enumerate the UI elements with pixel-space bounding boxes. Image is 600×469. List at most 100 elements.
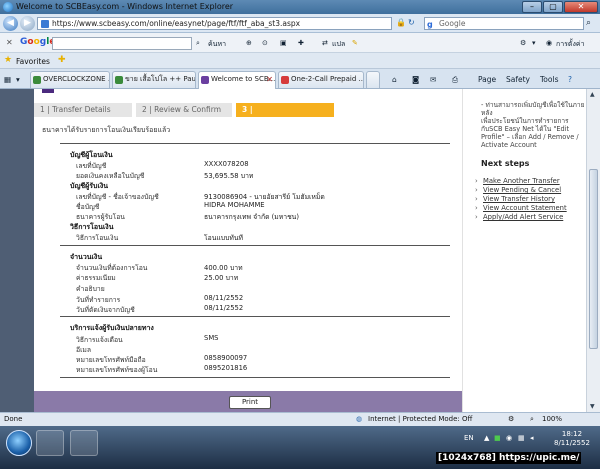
tray-icon[interactable]: ◉ (506, 434, 512, 442)
tab-overclockzone[interactable]: OVERCLOCKZONE ... (30, 71, 110, 88)
scroll-down-icon[interactable]: ▼ (590, 403, 595, 410)
next-steps-heading: Next steps (481, 159, 530, 168)
minimize-button[interactable]: – (522, 1, 542, 13)
to-bank-value: ธนาคารกรุงเทพ จำกัด (มหาชน) (204, 213, 299, 221)
translate-button[interactable]: แปล (332, 39, 345, 50)
balance-label: ยอดเงินคงเหลือในบัญชี (76, 172, 145, 180)
maximize-button[interactable]: ▢ (543, 1, 563, 13)
quick-tabs-icon[interactable]: ▦ (4, 75, 11, 84)
transfer-acknowledgement-panel: 1 | Transfer Details 2 | Review & Confir… (34, 89, 462, 412)
wrench-icon[interactable]: ⚙ (520, 39, 526, 47)
info-line: Activate Account (481, 141, 537, 149)
page-menu[interactable]: Page (478, 75, 496, 84)
close-window-button[interactable]: ✕ (564, 1, 598, 13)
view-account-statement-link[interactable]: View Account Statement (475, 204, 567, 212)
home-icon[interactable]: ⌂ (392, 75, 397, 84)
success-message: ธนาคารได้รับรายการโอนเงินเรียบร้อยแล้ว (42, 126, 171, 134)
description-label: คำอธิบาย (76, 285, 105, 293)
balance-value: 53,695.58 บาท (204, 172, 254, 180)
divider (60, 316, 450, 317)
toolbar-button-icon[interactable]: ✚ (298, 39, 304, 47)
tab-polo-shop[interactable]: ขาย เสื้อโปโล ++ Paul... (112, 71, 196, 88)
tab-label: ขาย เสื้อโปโล ++ Paul... (125, 75, 196, 83)
top-accent (34, 89, 462, 93)
signin-icon[interactable]: ◉ (546, 39, 552, 47)
search-go-icon[interactable]: ⌕ (586, 18, 591, 28)
new-tab-button[interactable] (366, 71, 380, 88)
google-search-input[interactable] (52, 37, 192, 50)
info-line: กับSCB Easy Net ได้ใน "Edit (481, 125, 570, 133)
tab-label: OVERCLOCKZONE ... (43, 75, 110, 83)
site-icon (115, 76, 123, 84)
zoom-icon[interactable]: ⌕ (530, 415, 534, 424)
print-icon[interactable]: ⎙ (452, 75, 458, 85)
info-line: เพื่อประโยชน์ในการทำรายการ (481, 117, 569, 125)
app-taskbar-icon[interactable] (70, 430, 98, 456)
refresh-icon[interactable]: ↻ (408, 18, 415, 27)
apply-alert-service-link[interactable]: Apply/Add Alert Service (475, 213, 563, 221)
ie-taskbar-icon[interactable] (36, 430, 64, 456)
notify-heading: บริการแจ้งผู้รับเงินปลายทาง (70, 324, 154, 332)
feeds-icon[interactable]: ◙ (412, 75, 419, 84)
page-icon (41, 20, 49, 28)
tools-menu[interactable]: Tools (540, 75, 558, 84)
forward-button[interactable]: ▶ (20, 16, 35, 31)
fee-label: ค่าธรรมเนียม (76, 274, 116, 282)
debit-date-label: วันที่ตัดเงินจากบัญชี (76, 306, 135, 314)
help-icon[interactable]: ? (568, 75, 572, 84)
clock[interactable]: 18:12 8/11/2552 (554, 430, 590, 448)
tab-scbeasy[interactable]: Welcome to SCB... ✕ (198, 71, 276, 89)
protected-mode-icon: ⚙ (508, 415, 515, 423)
zoom-level[interactable]: 100% (542, 415, 562, 423)
page-left-margin (0, 89, 34, 412)
print-bar: Print (34, 391, 462, 412)
highlight-icon[interactable]: ✎ (352, 39, 358, 47)
txn-date-value: 08/11/2552 (204, 294, 244, 302)
tab-one2call[interactable]: One-2-Call Prepaid ... (278, 71, 364, 88)
view-transfer-history-link[interactable]: View Transfer History (475, 195, 555, 203)
safety-menu[interactable]: Safety (506, 75, 530, 84)
site-icon (201, 76, 209, 84)
scroll-up-icon[interactable]: ▲ (590, 91, 595, 98)
make-another-transfer-link[interactable]: Make Another Transfer (475, 177, 560, 185)
to-name-value: HIDRA MOHAMME (204, 201, 265, 209)
print-button[interactable]: Print (229, 396, 271, 409)
method-value: โอนแบบทันที (204, 234, 243, 242)
toolbar-button-icon[interactable]: ⊙ (262, 39, 268, 47)
scroll-thumb[interactable] (589, 169, 598, 349)
tray-icon[interactable]: ■ (494, 434, 501, 442)
toolbar-menu-icon[interactable]: ▾ (532, 39, 536, 47)
accent-mark (42, 89, 54, 93)
settings-button[interactable]: การตั้งค่า (556, 39, 585, 50)
network-icon[interactable]: ▦ (518, 434, 525, 442)
tab-label: One-2-Call Prepaid ... (291, 75, 364, 83)
search-input[interactable]: g Google (424, 17, 584, 30)
start-button[interactable] (6, 430, 32, 456)
url-input[interactable]: https://www.scbeasy.com/online/easynet/p… (37, 17, 392, 30)
tab-list-icon[interactable]: ▾ (16, 75, 20, 84)
google-search-button[interactable]: ค้นหา (208, 39, 226, 50)
step-acknowledgements: 3 | Acknowledgements (236, 103, 336, 128)
translate-icon[interactable]: ⇄ (322, 39, 328, 47)
view-pending-cancel-link[interactable]: View Pending & Cancel (475, 186, 561, 194)
add-favorite-icon[interactable]: ✚ (58, 55, 66, 65)
vertical-scrollbar[interactable]: ▲ ▼ (586, 89, 600, 412)
favorites-bar: ★ Favorites ✚ (0, 53, 600, 69)
toolbar-button-icon[interactable]: ⊕ (246, 39, 252, 47)
toolbar-button-icon[interactable]: ▣ (280, 39, 287, 47)
clock-time: 18:12 (561, 430, 583, 438)
tab-bar: ▦ ▾ OVERCLOCKZONE ... ขาย เสื้อโปโล ++ P… (0, 69, 600, 89)
security-zone[interactable]: Internet | Protected Mode: Off (368, 415, 472, 423)
close-toolbar-icon[interactable]: ✕ (6, 38, 13, 47)
volume-icon[interactable]: ◂ (530, 434, 534, 442)
search-icon[interactable]: ⌕ (196, 39, 200, 48)
mail-icon[interactable]: ✉ (430, 75, 436, 84)
language-indicator[interactable]: EN (464, 434, 474, 442)
lock-icon[interactable]: 🔒 (396, 18, 406, 27)
back-button[interactable]: ◀ (3, 16, 18, 31)
favorites-button[interactable]: Favorites (16, 57, 50, 66)
close-tab-icon[interactable]: ✕ (266, 72, 273, 87)
favorites-star-icon[interactable]: ★ (4, 55, 12, 65)
google-toolbar: ✕ Google ⌕ ค้นหา ⊕ ⊙ ▣ ✚ ⇄ แปล ✎ ⚙ ▾ ◉ ก… (0, 33, 600, 53)
tray-icon[interactable]: ▲ (484, 434, 489, 442)
